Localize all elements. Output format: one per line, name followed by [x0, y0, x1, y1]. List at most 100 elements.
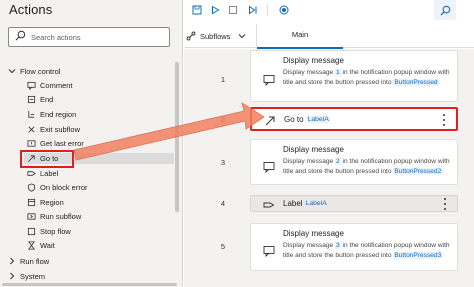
action-end[interactable]: End: [24, 94, 174, 105]
action-label: Get last error: [40, 139, 84, 148]
action-get-last-error[interactable]: Get last error: [24, 138, 174, 149]
action-run-subflow[interactable]: Run subflow: [24, 211, 174, 222]
go-to-title: Go to LabelA: [284, 115, 330, 124]
action-wait[interactable]: Wait: [24, 240, 174, 251]
message-icon: [263, 160, 275, 174]
action-label: Stop flow: [40, 227, 71, 236]
variable-chip[interactable]: ButtonPressed2: [393, 167, 443, 175]
save-button[interactable]: [190, 3, 204, 17]
search-actions-input[interactable]: [31, 32, 166, 42]
step-card-display-message[interactable]: Display message Display message 2 in the…: [250, 139, 458, 185]
step-card-label[interactable]: Label LabelA: [250, 195, 458, 212]
label-target-chip[interactable]: LabelA: [306, 116, 330, 123]
action-comment[interactable]: Comment: [24, 80, 174, 91]
step-description: Display message 3 in the notification po…: [283, 241, 453, 260]
action-end-region[interactable]: End region: [24, 109, 174, 120]
step-number: 1: [220, 75, 226, 84]
action-label: End: [40, 95, 54, 104]
action-label: Region: [40, 198, 64, 207]
run-subflow-icon: [24, 211, 38, 222]
action-on-block-error[interactable]: On block error: [24, 182, 174, 193]
get-last-error-icon: [24, 138, 38, 149]
step-title: Go to: [284, 115, 304, 124]
group-run-flow-label: Run flow: [20, 256, 50, 266]
group-system-label: System: [20, 271, 46, 281]
designer-toolbar: [184, 0, 474, 20]
step-number: 3: [220, 158, 226, 167]
label-icon: [263, 198, 275, 210]
subflows-label: Subflows: [200, 31, 231, 41]
label-icon: [24, 168, 38, 179]
end-icon: [24, 94, 38, 105]
group-run-flow[interactable]: Run flow: [8, 256, 49, 266]
run-button[interactable]: [208, 3, 222, 17]
action-label: Comment: [40, 81, 73, 90]
shield-icon: [24, 182, 38, 193]
save-icon: [192, 5, 202, 15]
group-system[interactable]: System: [8, 271, 45, 281]
action-exit-subflow[interactable]: Exit subflow: [24, 124, 174, 135]
exit-subflow-icon: [24, 124, 38, 135]
search-icon: [439, 5, 450, 16]
step-description: Display message 2 in the notification po…: [283, 157, 453, 176]
action-label: Label: [40, 169, 59, 178]
actions-panel: Actions Flow control Comment End End reg…: [0, 0, 183, 287]
group-flow-control[interactable]: Flow control: [8, 66, 60, 76]
label-name: LabelA: [305, 200, 327, 207]
step-description: Display message 1 in the notification po…: [283, 68, 453, 87]
chevron-right-icon: [10, 257, 15, 265]
play-icon: [212, 5, 220, 15]
more-options-icon[interactable]: [442, 114, 446, 126]
chevron-down-icon: [8, 69, 16, 74]
action-stop-flow[interactable]: Stop flow: [24, 226, 174, 237]
stop-button[interactable]: [226, 3, 240, 17]
label-title: Label LabelA: [283, 199, 327, 208]
step-title: Display message: [283, 56, 344, 65]
step-title: Label: [283, 199, 303, 208]
message-icon: [263, 73, 275, 87]
record-button[interactable]: [277, 3, 291, 17]
desc-text: Display message: [283, 158, 336, 165]
record-icon: [279, 5, 289, 15]
message-icon: [263, 244, 275, 258]
search-icon: [15, 28, 26, 46]
variable-chip[interactable]: ButtonPressed: [393, 78, 439, 86]
go-to-arrow-icon: [264, 114, 276, 126]
step-number: 5: [220, 242, 226, 251]
action-label: Exit subflow: [40, 125, 81, 134]
action-label: Wait: [40, 241, 55, 250]
search-button[interactable]: [434, 0, 456, 20]
step-card-display-message[interactable]: Display message Display message 3 in the…: [250, 223, 458, 271]
comment-icon: [24, 80, 38, 91]
step-card-go-to[interactable]: Go to LabelA: [250, 107, 458, 131]
run-next-action-button[interactable]: [246, 3, 260, 17]
end-region-icon: [24, 109, 38, 120]
action-label: On block error: [40, 183, 88, 192]
desc-text: Display message: [283, 69, 336, 76]
stop-flow-icon: [24, 226, 38, 237]
chevron-right-icon: [10, 272, 15, 280]
go-to-highlight-box: [20, 150, 74, 168]
chevron-down-icon: [239, 34, 246, 39]
action-label: End region: [40, 110, 77, 119]
action-label-item[interactable]: Label: [24, 168, 174, 179]
action-region[interactable]: Region: [24, 197, 174, 208]
step-card-display-message[interactable]: Display message Display message 1 in the…: [250, 50, 458, 102]
search-actions-field[interactable]: [8, 27, 170, 47]
action-label: Run subflow: [40, 212, 82, 221]
wait-icon: [24, 240, 38, 251]
more-options-icon[interactable]: [443, 198, 447, 210]
desc-text: Display message: [283, 242, 336, 249]
actions-scrollbar[interactable]: [175, 62, 179, 212]
group-flow-control-label: Flow control: [20, 66, 61, 76]
tab-main[interactable]: Main: [257, 24, 343, 49]
subflows-icon: [186, 31, 196, 41]
actions-panel-title: Actions: [9, 2, 53, 17]
variable-chip[interactable]: ButtonPressed3: [393, 251, 443, 259]
step-title: Display message: [283, 145, 344, 154]
step-number: 2: [220, 115, 226, 124]
region-icon: [24, 197, 38, 208]
subflows-dropdown[interactable]: Subflows: [186, 28, 250, 44]
actions-horizontal-scrollbar[interactable]: [2, 283, 177, 286]
step-number: 4: [220, 199, 226, 208]
